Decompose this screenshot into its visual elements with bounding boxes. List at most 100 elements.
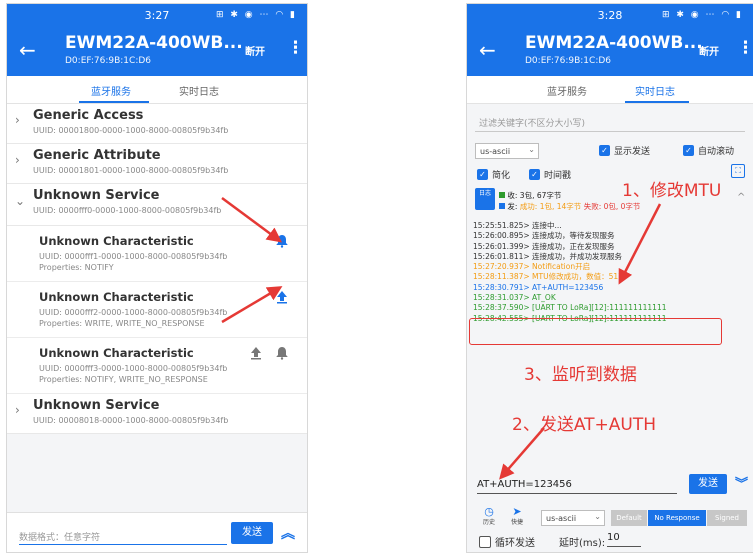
phone-services-screen: 3:27 ⊞ ✱ ◉ ⋯ ◠ ▮ ← EWM22A-400WB... D0:EF… (6, 3, 308, 553)
auto-scroll-checkbox[interactable]: ✓ 自动滚动 (683, 144, 734, 157)
send-bar: 数据格式：任意字符 发送 ︽ (7, 512, 307, 552)
characteristic-name: Unknown Characteristic (39, 290, 194, 304)
more-menu-icon[interactable]: ⋮ (287, 38, 304, 58)
tab-bar: 蓝牙服务 实时日志 (7, 76, 307, 104)
mode-signed-button[interactable]: Signed (707, 510, 747, 526)
characteristic-name: Unknown Characteristic (39, 234, 194, 248)
tab-realtime-log[interactable]: 实时日志 (179, 83, 219, 98)
log-filter-input[interactable]: 过滤关键字(不区分大小写) (475, 110, 745, 132)
show-send-checkbox[interactable]: ✓ 显示发送 (599, 144, 650, 157)
service-item-expanded[interactable]: ⌄ Unknown Service UUID: 0000fff0-0000-10… (7, 184, 307, 226)
chevron-right-icon: › (15, 403, 20, 417)
chevron-right-icon: › (15, 113, 20, 127)
tab-indicator (79, 101, 149, 103)
annotation-listen-data: 3、监听到数据 (524, 365, 637, 385)
device-mac: D0:EF:76:9B:1C:D6 (525, 56, 612, 66)
fullscreen-icon[interactable]: ⛶ (731, 164, 745, 178)
app-bar: ← EWM22A-400WB... D0:EF:76:9B:1C:D6 断开 ⋮ (467, 28, 753, 76)
back-arrow-icon[interactable]: ← (479, 38, 496, 62)
characteristic-item[interactable]: Unknown Characteristic UUID: 0000fff3-00… (7, 338, 307, 394)
tab-realtime-log[interactable]: 实时日志 (635, 83, 675, 98)
service-item[interactable]: › Generic Access UUID: 00001800-0000-100… (7, 104, 307, 144)
service-name: Generic Attribute (33, 148, 161, 163)
service-uuid: UUID: 00001801-0000-1000-8000-00805f9b34… (33, 166, 229, 175)
send-stat: 发: 成功: 1包, 14字节 失败: 0包, 0字节 (499, 201, 640, 212)
log-line: 15:28:37.590> [UART TO LoRa][12]:1111111… (473, 303, 667, 313)
timestamp-checkbox[interactable]: ✓ 时间戳 (529, 168, 571, 181)
simplify-checkbox[interactable]: ✓ 简化 (477, 168, 510, 181)
tab-indicator (625, 101, 689, 103)
chevron-down-icon: ⌄ (528, 145, 535, 154)
back-arrow-icon[interactable]: ← (19, 38, 36, 62)
log-list: 15:25:51.825> 连接中... 15:26:00.895> 连接成功，… (473, 221, 753, 324)
mode-default-button[interactable]: Default (611, 510, 647, 526)
clock-icon: ◷ (484, 505, 494, 518)
send-stat-prefix: 发: (507, 202, 520, 211)
app-bar: ← EWM22A-400WB... D0:EF:76:9B:1C:D6 断开 ⋮ (7, 28, 307, 76)
tab-services[interactable]: 蓝牙服务 (547, 83, 587, 98)
expand-up-icon[interactable]: ︽ (281, 523, 295, 543)
characteristic-item[interactable]: Unknown Characteristic UUID: 0000fff2-00… (7, 282, 307, 338)
log-line: 15:25:51.825> 连接中... (473, 221, 562, 230)
checkbox-empty-icon (479, 535, 491, 548)
collapse-chevron-icon[interactable]: ^ (737, 192, 745, 203)
clear-log-label: 日志 (478, 190, 491, 197)
clear-log-button[interactable]: 日志 (475, 188, 495, 210)
history-button[interactable]: ◷ 历史 (479, 506, 499, 526)
show-send-label: 显示发送 (614, 147, 651, 157)
send-square-icon (499, 203, 505, 209)
annotation-modify-mtu: 1、修改MTU (622, 181, 722, 201)
encoding-select[interactable]: us-ascii ⌄ (475, 143, 539, 159)
auto-scroll-label: 自动滚动 (698, 147, 735, 157)
notify-bell-icon[interactable] (275, 234, 289, 248)
service-item[interactable]: › Generic Attribute UUID: 00001801-0000-… (7, 144, 307, 184)
disconnect-button[interactable]: 断开 (245, 43, 265, 58)
send-encoding-select[interactable]: us-ascii ⌄ (541, 510, 605, 526)
chevron-right-icon: › (15, 153, 20, 167)
status-icons: ⊞ ✱ ◉ ⋯ ◠ ▮ (215, 10, 297, 20)
log-line: 15:26:01.399> 连接成功，正在发现服务 (473, 241, 615, 251)
collapse-down-icon[interactable]: ︾ (735, 473, 748, 492)
chevron-down-icon: ⌄ (594, 512, 601, 521)
device-name: EWM22A-400WB... (525, 33, 703, 53)
log-line: 15:28:11.387> MTU修改成功，数值：517 (473, 272, 623, 282)
characteristic-properties: Properties: NOTIFY, WRITE_NO_RESPONSE (39, 375, 208, 384)
check-icon: ✓ (529, 169, 540, 180)
more-menu-icon[interactable]: ⋮ (737, 38, 753, 58)
tab-services[interactable]: 蓝牙服务 (91, 83, 131, 98)
status-bar: 3:27 ⊞ ✱ ◉ ⋯ ◠ ▮ (7, 4, 307, 28)
service-name: Unknown Service (33, 398, 160, 413)
loop-send-label: 循环发送 (495, 538, 535, 549)
write-upload-icon[interactable] (249, 346, 263, 360)
delay-input[interactable]: 10 (607, 532, 641, 547)
notify-bell-icon[interactable] (275, 346, 289, 360)
history-label: 历史 (482, 519, 495, 526)
encoding-value: us-ascii (480, 147, 511, 156)
send-button[interactable]: 发送 (689, 474, 727, 494)
encoding-value: us-ascii (546, 514, 577, 523)
send-button[interactable]: 发送 (231, 522, 273, 544)
status-bar: 3:28 ⊞ ✱ ◉ ⋯ ◠ ▮ (467, 4, 753, 28)
characteristic-item[interactable]: Unknown Characteristic UUID: 0000fff1-00… (7, 226, 307, 282)
write-upload-icon[interactable] (275, 290, 289, 304)
characteristic-uuid: UUID: 0000fff3-0000-1000-8000-00805f9b34… (39, 364, 228, 373)
service-name: Unknown Service (33, 188, 160, 203)
quick-label: 快捷 (510, 519, 523, 526)
simplify-label: 简化 (492, 171, 511, 181)
recv-stat: 收: 3包, 67字节 (499, 190, 561, 201)
send-data-input[interactable]: 数据格式：任意字符 (19, 527, 227, 545)
log-line: 15:28:30.791> AT+AUTH=123456 (473, 282, 604, 292)
mode-no-response-button[interactable]: No Response (648, 510, 706, 526)
loop-send-checkbox[interactable]: 循环发送 (479, 534, 535, 549)
log-line: 15:27:20.937> Notification开启 (473, 262, 591, 272)
check-icon: ✓ (477, 169, 488, 180)
service-item[interactable]: › Unknown Service UUID: 00008018-0000-10… (7, 394, 307, 434)
quick-button[interactable]: ➤ 快捷 (507, 506, 527, 526)
send-data-input[interactable]: AT+AUTH=123456 (477, 476, 677, 494)
timestamp-label: 时间戳 (544, 171, 572, 181)
log-line: 15:26:00.895> 连接成功，等待发现服务 (473, 231, 615, 241)
chevron-down-icon: ⌄ (15, 194, 26, 208)
characteristic-uuid: UUID: 0000fff1-0000-1000-8000-00805f9b34… (39, 252, 228, 261)
disconnect-button[interactable]: 断开 (699, 43, 719, 58)
service-uuid: UUID: 0000fff0-0000-1000-8000-00805f9b34… (33, 206, 222, 215)
